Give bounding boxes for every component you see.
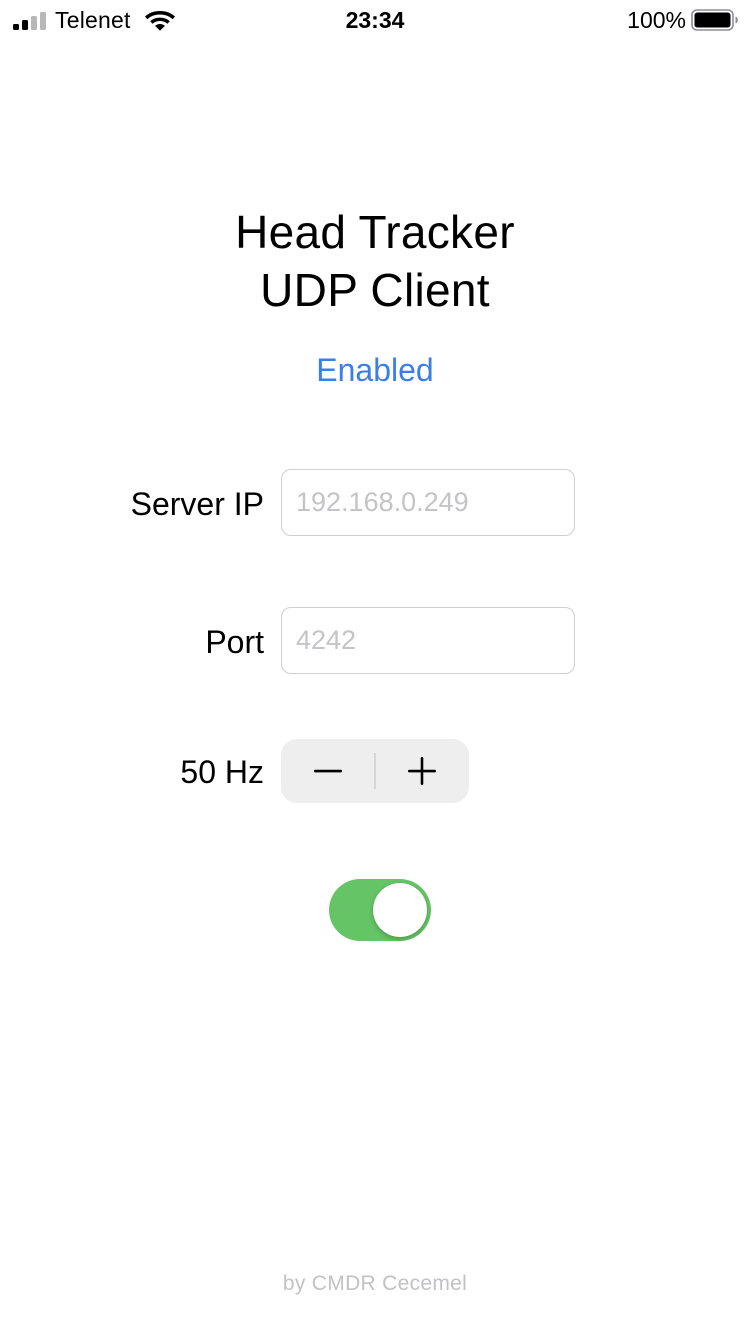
- server-ip-label: Server IP: [130, 486, 264, 522]
- enable-toggle[interactable]: [329, 879, 431, 941]
- title-line-2: UDP Client: [260, 264, 490, 316]
- battery-percentage: 100%: [627, 7, 686, 33]
- plus-icon: [408, 757, 436, 785]
- rate-stepper: [281, 739, 469, 803]
- footer-credit: by CMDR Cecemel: [282, 1272, 468, 1295]
- rate-label: 50 Hz: [180, 754, 264, 790]
- app-screen: Telenet 23:34 100% Head Tracker UDP Clie…: [0, 0, 750, 1334]
- title-line-1: Head Tracker: [235, 206, 515, 258]
- server-ip-input[interactable]: [281, 469, 575, 536]
- decrement-button[interactable]: [281, 739, 375, 803]
- page-title: Head Tracker UDP Client: [0, 203, 750, 319]
- connection-status: Enabled: [316, 352, 434, 388]
- port-label: Port: [205, 624, 264, 660]
- status-bar: Telenet 23:34 100%: [0, 0, 750, 40]
- port-input[interactable]: [281, 607, 575, 674]
- minus-icon: [314, 769, 342, 773]
- battery-icon: [691, 9, 738, 31]
- toggle-knob: [373, 883, 427, 937]
- increment-button[interactable]: [375, 739, 469, 803]
